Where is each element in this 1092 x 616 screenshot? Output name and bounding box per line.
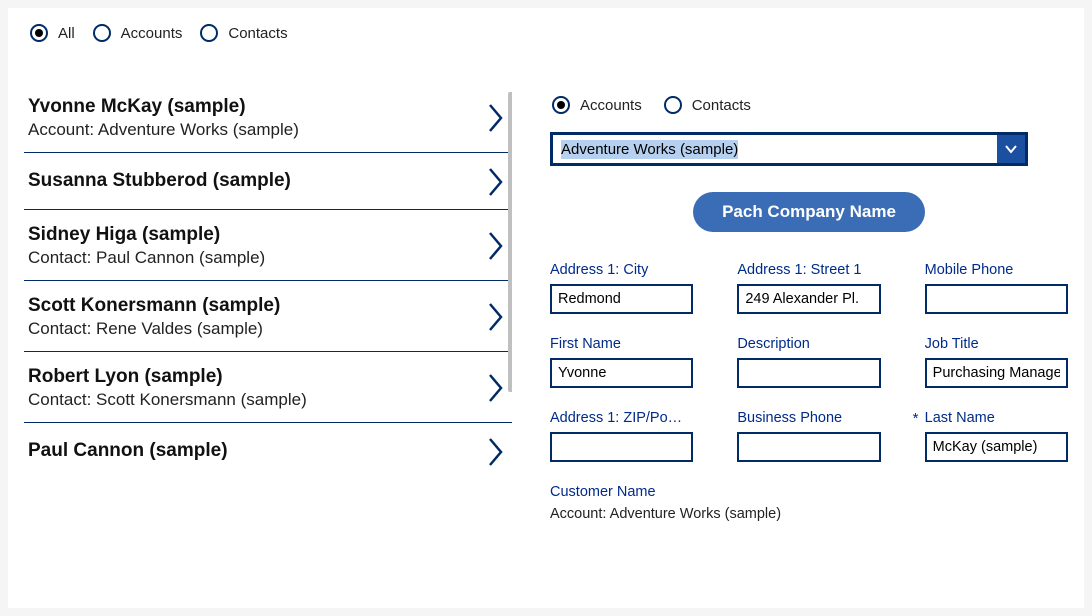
list-item-sub: Account: Adventure Works (sample)	[28, 120, 299, 140]
field-mobile-phone: Mobile Phone	[925, 262, 1068, 314]
list-item-title: Scott Konersmann (sample)	[28, 295, 280, 317]
detail-pane: Accounts Contacts Adventure Works (sampl…	[512, 92, 1068, 608]
patch-company-button[interactable]: Pach Company Name	[693, 192, 925, 232]
radio-icon	[552, 96, 570, 114]
job-title-input[interactable]	[925, 358, 1068, 388]
filter-accounts[interactable]: Accounts	[93, 24, 183, 42]
account-dropdown[interactable]: Adventure Works (sample)	[550, 132, 1028, 166]
field-label: First Name	[550, 336, 693, 352]
list-item-title: Yvonne McKay (sample)	[28, 96, 299, 118]
field-label: Last Name	[925, 410, 1068, 426]
chevron-right-icon	[488, 231, 504, 261]
list-item-text: Paul Cannon (sample)	[28, 440, 228, 464]
list-item[interactable]: Paul Cannon (sample)	[24, 423, 512, 479]
first-name-input[interactable]	[550, 358, 693, 388]
chevron-right-icon	[488, 373, 504, 403]
field-label: Address 1: ZIP/Po…	[550, 410, 693, 426]
radio-icon	[30, 24, 48, 42]
main-area: Yvonne McKay (sample) Account: Adventure…	[24, 92, 1068, 608]
required-star-icon: *	[913, 410, 919, 427]
list-item[interactable]: Scott Konersmann (sample) Contact: Rene …	[24, 281, 512, 352]
field-business-phone: Business Phone	[737, 410, 880, 462]
app-frame: All Accounts Contacts Yvonne McKay (samp…	[8, 8, 1084, 608]
radio-icon	[93, 24, 111, 42]
mobile-phone-input[interactable]	[925, 284, 1068, 314]
address-city-input[interactable]	[550, 284, 693, 314]
field-job-title: Job Title	[925, 336, 1068, 388]
fields-grid: Address 1: City Address 1: Street 1 Mobi…	[550, 262, 1068, 462]
list-item-text: Sidney Higa (sample) Contact: Paul Canno…	[28, 224, 265, 268]
detail-filter: Accounts Contacts	[550, 96, 1068, 114]
customer-name-block: Customer Name Account: Adventure Works (…	[550, 484, 1068, 522]
field-description: Description	[737, 336, 880, 388]
field-last-name: * Last Name	[925, 410, 1068, 462]
customer-name-value: Account: Adventure Works (sample)	[550, 506, 1068, 522]
list-item[interactable]: Yvonne McKay (sample) Account: Adventure…	[24, 92, 512, 153]
list-item-text: Robert Lyon (sample) Contact: Scott Kone…	[28, 366, 307, 410]
field-label: Job Title	[925, 336, 1068, 352]
filter-all[interactable]: All	[30, 24, 75, 42]
chevron-right-icon	[488, 103, 504, 133]
detail-filter-accounts-label: Accounts	[580, 97, 642, 114]
description-input[interactable]	[737, 358, 880, 388]
address-zip-input[interactable]	[550, 432, 693, 462]
last-name-input[interactable]	[925, 432, 1068, 462]
list-item-sub: Contact: Scott Konersmann (sample)	[28, 390, 307, 410]
list-item-text: Scott Konersmann (sample) Contact: Rene …	[28, 295, 280, 339]
list-item-sub: Contact: Rene Valdes (sample)	[28, 319, 280, 339]
customer-name-label: Customer Name	[550, 484, 1068, 500]
filter-accounts-label: Accounts	[121, 25, 183, 42]
filter-contacts-label: Contacts	[228, 25, 287, 42]
chevron-right-icon	[488, 167, 504, 197]
field-address-street: Address 1: Street 1	[737, 262, 880, 314]
field-label: Business Phone	[737, 410, 880, 426]
field-first-name: First Name	[550, 336, 693, 388]
field-label: Address 1: City	[550, 262, 693, 278]
list-item-title: Paul Cannon (sample)	[28, 440, 228, 462]
chevron-right-icon	[488, 302, 504, 332]
list-item[interactable]: Susanna Stubberod (sample)	[24, 153, 512, 210]
scrollbar[interactable]	[508, 92, 512, 392]
list-item-title: Sidney Higa (sample)	[28, 224, 265, 246]
list-item-title: Susanna Stubberod (sample)	[28, 170, 291, 192]
detail-filter-contacts[interactable]: Contacts	[664, 96, 751, 114]
results-list[interactable]: Yvonne McKay (sample) Account: Adventure…	[24, 92, 512, 608]
radio-icon	[664, 96, 682, 114]
detail-filter-contacts-label: Contacts	[692, 97, 751, 114]
results-pane: Yvonne McKay (sample) Account: Adventure…	[24, 92, 512, 608]
field-address-zip: Address 1: ZIP/Po…	[550, 410, 693, 462]
field-label: Description	[737, 336, 880, 352]
list-item-text: Yvonne McKay (sample) Account: Adventure…	[28, 96, 299, 140]
chevron-right-icon	[488, 437, 504, 467]
radio-icon	[200, 24, 218, 42]
field-label: Address 1: Street 1	[737, 262, 880, 278]
field-address-city: Address 1: City	[550, 262, 693, 314]
dropdown-value: Adventure Works (sample)	[553, 135, 997, 163]
list-item[interactable]: Sidney Higa (sample) Contact: Paul Canno…	[24, 210, 512, 281]
filter-all-label: All	[58, 25, 75, 42]
list-item-sub: Contact: Paul Cannon (sample)	[28, 248, 265, 268]
list-item-title: Robert Lyon (sample)	[28, 366, 307, 388]
chevron-down-icon	[997, 135, 1025, 163]
detail-filter-accounts[interactable]: Accounts	[552, 96, 642, 114]
filter-contacts[interactable]: Contacts	[200, 24, 287, 42]
list-item-text: Susanna Stubberod (sample)	[28, 170, 291, 194]
address-street-input[interactable]	[737, 284, 880, 314]
top-filter: All Accounts Contacts	[24, 20, 1068, 42]
list-item[interactable]: Robert Lyon (sample) Contact: Scott Kone…	[24, 352, 512, 423]
field-label: Mobile Phone	[925, 262, 1068, 278]
business-phone-input[interactable]	[737, 432, 880, 462]
